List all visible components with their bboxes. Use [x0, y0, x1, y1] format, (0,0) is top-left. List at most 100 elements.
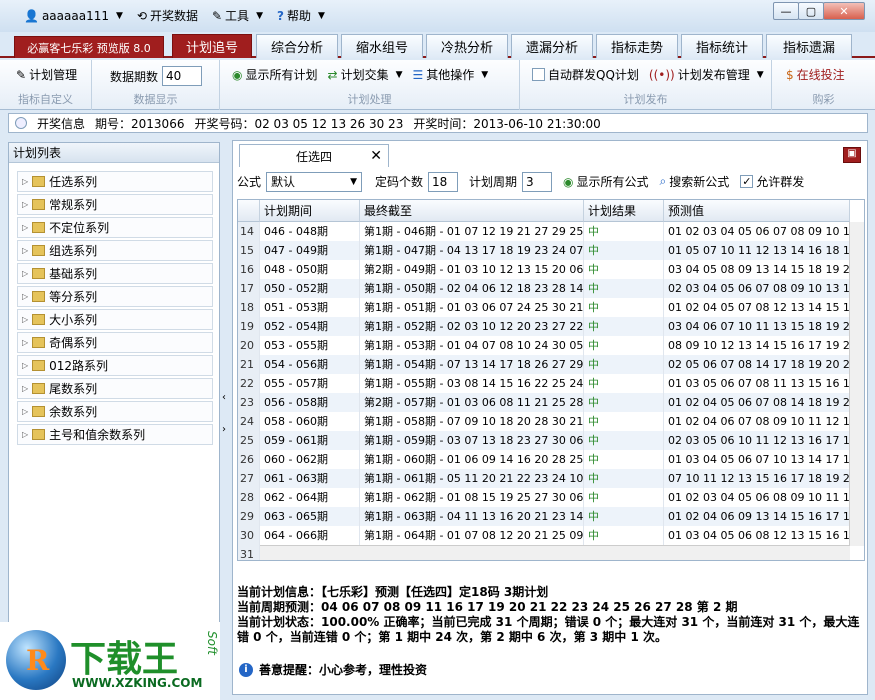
maximize-icon[interactable]: ▣	[843, 147, 861, 163]
table-row[interactable]: 28 062 - 064期 第1期 - 062期 - 01 08 15 19 25 …	[238, 488, 850, 507]
tree-item[interactable]: ▷ 组选系列	[17, 240, 213, 261]
expand-triangle-icon[interactable]: ▷	[22, 338, 28, 347]
table-row[interactable]: 20 053 - 055期 第1期 - 053期 - 01 04 07 08 10 …	[238, 336, 850, 355]
table-row[interactable]: 23 056 - 058期 第2期 - 057期 - 01 03 06 08 11 …	[238, 393, 850, 412]
close-button[interactable]: ✕	[823, 2, 865, 20]
grid-header[interactable]: 最终截至	[360, 200, 584, 222]
expand-triangle-icon[interactable]: ▷	[22, 246, 28, 255]
formula-select[interactable]: 默认 ▼	[266, 171, 363, 192]
tree-item[interactable]: ▷ 主号和值余数系列	[17, 424, 213, 445]
tab-indicator-stats[interactable]: 指标统计	[681, 34, 763, 58]
tab-shrink[interactable]: 缩水组号	[341, 34, 423, 58]
auto-qq-checkbox[interactable]: 自动群发QQ计划	[532, 66, 639, 83]
periods-input[interactable]	[162, 66, 203, 86]
tree-item[interactable]: ▷ 尾数系列	[17, 378, 213, 399]
horizontal-scrollbar[interactable]	[260, 545, 850, 560]
tree-item[interactable]: ▷ 任选系列	[17, 171, 213, 192]
draw-time: 开奖时间：2013-06-10 21:30:00	[413, 116, 601, 131]
table-cell: 16	[238, 260, 260, 279]
table-row[interactable]: 22 055 - 057期 第1期 - 055期 - 03 08 14 15 16 …	[238, 374, 850, 393]
tab-indicator-omission[interactable]: 指标遗漏	[766, 34, 852, 58]
tree-item[interactable]: ▷ 012路系列	[17, 355, 213, 376]
table-row[interactable]: 18 051 - 053期 第1期 - 051期 - 01 03 06 07 24 …	[238, 298, 850, 317]
tip: i 善意提醒：小心参考，理性投资	[239, 661, 427, 678]
table-row[interactable]: 30 064 - 066期 第1期 - 064期 - 01 07 08 12 20 …	[238, 526, 850, 545]
chevron-right-icon[interactable]: ›	[222, 424, 226, 435]
table-row[interactable]: 16 048 - 050期 第2期 - 049期 - 01 03 10 12 13 …	[238, 260, 850, 279]
username: aaaaaa111	[41, 8, 109, 23]
vertical-scrollbar[interactable]	[849, 222, 864, 546]
tree-item[interactable]: ▷ 不定位系列	[17, 217, 213, 238]
table-row[interactable]: 14 046 - 048期 第1期 - 046期 - 01 07 12 19 21 …	[238, 222, 850, 241]
table-row[interactable]: 19 052 - 054期 第1期 - 052期 - 02 03 10 12 20 …	[238, 317, 850, 336]
table-row[interactable]: 29 063 - 065期 第1期 - 063期 - 04 11 13 16 20 …	[238, 507, 850, 526]
wrench-icon: ✎	[211, 8, 223, 23]
publish-manage-button[interactable]: ((•)) 计划发布管理 ▼	[649, 66, 764, 83]
user-menu[interactable]: 👤 aaaaaa111 ▼	[24, 9, 123, 23]
expand-triangle-icon[interactable]: ▷	[22, 223, 28, 232]
table-row[interactable]: 15 047 - 049期 第1期 - 047期 - 04 13 17 18 19 …	[238, 241, 850, 260]
tab-indicator-trend[interactable]: 指标走势	[596, 34, 678, 58]
app-title-tab: 必赢客七乐彩 预览版 8.0	[14, 36, 164, 58]
table-row[interactable]: 17 050 - 052期 第1期 - 050期 - 02 04 06 12 18 …	[238, 279, 850, 298]
table-cell: 060 - 062期	[260, 450, 360, 469]
expand-triangle-icon[interactable]: ▷	[22, 200, 28, 209]
chevron-left-icon[interactable]: ‹	[222, 392, 226, 403]
table-cell: 02 03 05 06 10 11 12 13 16 17 18	[664, 431, 850, 450]
tab-plan-tracking[interactable]: 计划追号	[172, 34, 252, 58]
expand-triangle-icon[interactable]: ▷	[22, 407, 28, 416]
table-cell: 31	[238, 545, 260, 560]
restore-button[interactable]: ▢	[798, 2, 824, 20]
tree-item[interactable]: ▷ 等分系列	[17, 286, 213, 307]
table-cell: 28	[238, 488, 260, 507]
grid-header[interactable]: 预测值	[664, 200, 850, 222]
tab-hot-cold[interactable]: 冷热分析	[426, 34, 508, 58]
tree-item[interactable]: ▷ 余数系列	[17, 401, 213, 422]
expand-triangle-icon[interactable]: ▷	[22, 361, 28, 370]
other-ops-button[interactable]: ☰ 其他操作 ▼	[413, 66, 489, 83]
panel-splitter[interactable]: ‹ ›	[221, 142, 231, 692]
allow-group-checkbox[interactable]: ✓ 允许群发	[740, 173, 804, 190]
tree-item[interactable]: ▷ 大小系列	[17, 309, 213, 330]
tab-omission[interactable]: 遗漏分析	[511, 34, 593, 58]
expand-triangle-icon[interactable]: ▷	[22, 384, 28, 393]
table-cell: 22	[238, 374, 260, 393]
tree-item[interactable]: ▷ 奇偶系列	[17, 332, 213, 353]
tab-renxuan4[interactable]: 任选四 ✕	[239, 144, 389, 167]
table-row[interactable]: 27 061 - 063期 第1期 - 061期 - 05 11 20 21 22 …	[238, 469, 850, 488]
show-formulas-button[interactable]: ◉ 显示所有公式	[563, 173, 649, 190]
plan-manage-button[interactable]: ✎ 计划管理	[16, 66, 77, 83]
expand-triangle-icon[interactable]: ▷	[22, 315, 28, 324]
table-row[interactable]: 26 060 - 062期 第1期 - 060期 - 01 06 09 14 16 …	[238, 450, 850, 469]
cycle-input[interactable]	[522, 171, 553, 192]
search-formula-button[interactable]: ⌕ 搜索新公式	[660, 173, 730, 190]
tree-item-label: 基础系列	[49, 267, 98, 281]
online-bet-button[interactable]: $ 在线投注	[786, 66, 845, 83]
open-data-button[interactable]: ⟲ 开奖数据	[137, 7, 198, 24]
count-input[interactable]	[428, 171, 459, 192]
tab-comprehensive[interactable]: 综合分析	[256, 34, 338, 58]
table-cell: 第1期 - 047期 - 04 13 17 18 19 23 24 07	[360, 241, 584, 260]
tree-item-label: 大小系列	[49, 313, 98, 327]
tree-item[interactable]: ▷ 基础系列	[17, 263, 213, 284]
tree-item-label: 常规系列	[49, 198, 98, 212]
tree-item[interactable]: ▷ 常规系列	[17, 194, 213, 215]
help-menu[interactable]: ? 帮助 ▼	[277, 7, 325, 24]
plan-summary: 当前计划信息：【七乐彩】预测【任选四】定18码 3期计划 当前周期预测：04 0…	[237, 585, 865, 645]
show-all-plans-button[interactable]: ◉ 显示所有计划	[232, 66, 318, 83]
tools-menu[interactable]: ✎ 工具 ▼	[212, 7, 263, 24]
intersect-button[interactable]: ⇄ 计划交集 ▼	[328, 66, 403, 83]
expand-triangle-icon[interactable]: ▷	[22, 292, 28, 301]
expand-triangle-icon[interactable]: ▷	[22, 177, 28, 186]
table-cell: 064 - 066期	[260, 526, 360, 545]
close-icon[interactable]: ✕	[370, 148, 382, 164]
table-row[interactable]: 25 059 - 061期 第1期 - 059期 - 03 07 13 18 23 …	[238, 431, 850, 450]
folder-icon	[32, 360, 46, 371]
grid-header[interactable]: 计划期间	[260, 200, 360, 222]
minimize-button[interactable]: —	[773, 2, 799, 20]
grid-header[interactable]: 计划结果	[584, 200, 664, 222]
expand-triangle-icon[interactable]: ▷	[22, 269, 28, 278]
table-row[interactable]: 21 054 - 056期 第1期 - 054期 - 07 13 14 17 18 …	[238, 355, 850, 374]
expand-triangle-icon[interactable]: ▷	[22, 430, 28, 439]
table-row[interactable]: 24 058 - 060期 第1期 - 058期 - 07 09 10 18 20 …	[238, 412, 850, 431]
